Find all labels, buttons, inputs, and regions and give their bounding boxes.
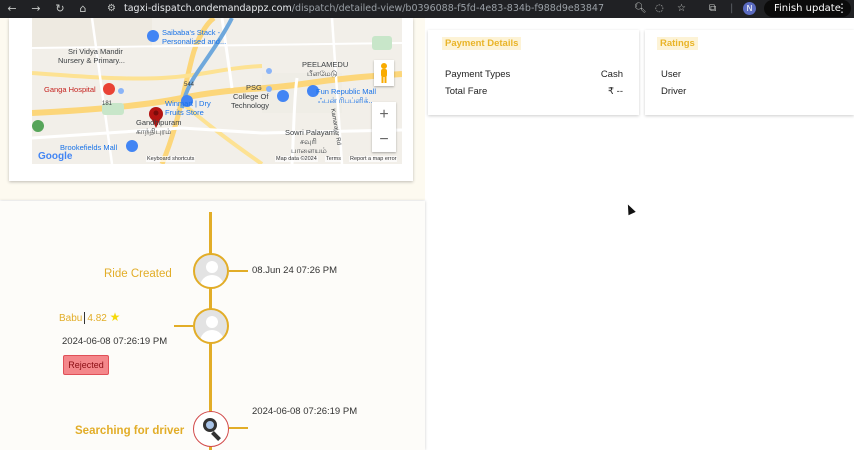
google-logo: Google bbox=[38, 151, 73, 162]
map-label-gandhipuram: Gandhipuram bbox=[136, 118, 182, 127]
searching-title: Searching for driver bbox=[75, 425, 185, 437]
map-label-fruits-store: Fruits Store bbox=[165, 108, 204, 117]
forward-icon[interactable]: → bbox=[29, 2, 43, 16]
ratings-card: Ratings User Driver bbox=[645, 30, 854, 115]
total-fare-value: ₹ -- bbox=[607, 86, 623, 97]
divider: | bbox=[730, 3, 734, 14]
driver-name: Babu bbox=[59, 313, 83, 324]
payment-details-title: Payment Details bbox=[442, 37, 522, 50]
map-label-sowri-palayam: Sowri Palayam bbox=[285, 128, 336, 137]
map-label-gandhipuram-tamil: காந்திபுரம் bbox=[136, 127, 172, 136]
map-label-saibaba: Saibaba's Stack - bbox=[162, 28, 221, 37]
driver-avatar bbox=[193, 308, 229, 344]
user-rating-label: User bbox=[661, 69, 682, 80]
total-fare-label: Total Fare bbox=[445, 86, 488, 97]
map-label-sowri-tamil-2: பாளையம் bbox=[291, 146, 327, 155]
map-label-sowri-tamil-1: சவுரி bbox=[300, 137, 317, 146]
driver-rating-value: 4.82 bbox=[87, 313, 107, 324]
map-label-sri-vidya: Sri Vidya Mandir bbox=[68, 47, 123, 56]
searching-time: 2024-06-08 07:26:19 PM bbox=[252, 406, 358, 417]
driver-event-time: 2024-06-08 07:26:19 PM bbox=[62, 336, 168, 347]
star-icon: ★ bbox=[109, 310, 121, 324]
map-label-psg: PSG bbox=[246, 83, 262, 92]
payment-types-label: Payment Types bbox=[445, 69, 511, 80]
ride-created-title: Ride Created bbox=[104, 268, 172, 280]
site-info-icon[interactable]: ⚙ bbox=[107, 3, 116, 14]
timeline-branch bbox=[229, 427, 248, 429]
search-driver-icon bbox=[193, 411, 229, 447]
map-label-peelamedu-tamil: பீளமேடு bbox=[307, 69, 338, 78]
terms-link[interactable]: Terms bbox=[325, 156, 342, 162]
ratings-title: Ratings bbox=[657, 37, 698, 50]
zoom-in-button[interactable]: + bbox=[372, 102, 396, 127]
map-label-college-of: College Of bbox=[233, 92, 269, 101]
map-label-nursery: Nursery & Primary... bbox=[58, 56, 125, 65]
zoom-icon[interactable]: 🔍︎ bbox=[634, 2, 647, 16]
map-view[interactable]: Saibaba's Stack - Personalised and... Sr… bbox=[32, 18, 402, 164]
status-badge: Rejected bbox=[63, 355, 109, 375]
profile-avatar[interactable]: N bbox=[743, 2, 756, 15]
pegman-icon[interactable] bbox=[374, 60, 394, 86]
timeline-branch bbox=[229, 270, 248, 272]
zoom-control: + − bbox=[372, 102, 396, 152]
map-label-road-181: 181 bbox=[102, 101, 113, 107]
driver-rating: Babu 4.82 ★ bbox=[59, 310, 121, 325]
driver-rating-label: Driver bbox=[661, 86, 687, 97]
timeline-branch bbox=[174, 325, 193, 327]
payment-details-card: Payment Details Payment Types Cash Total… bbox=[428, 30, 639, 115]
map-label-peelamedu: PEELAMEDU bbox=[302, 60, 349, 69]
ride-created-time: 08.Jun 24 07:26 PM bbox=[252, 265, 338, 276]
map-label-fun-republic: Fun Republic Mall bbox=[316, 87, 377, 96]
address-bar[interactable]: tagxi-dispatch.ondemandappz.com/dispatch… bbox=[124, 3, 604, 15]
reload-icon[interactable]: ↻ bbox=[53, 2, 67, 16]
report-map-error-link[interactable]: Report a map error bbox=[349, 156, 398, 162]
ride-created-avatar bbox=[193, 253, 229, 289]
map-label-winmart: Winmart | Dry bbox=[165, 99, 211, 108]
map-label-technology: Technology bbox=[231, 101, 269, 110]
home-icon[interactable]: ⌂ bbox=[76, 2, 90, 16]
url-path: /dispatch/detailed-view/b0396088-f5fd-4e… bbox=[291, 3, 604, 14]
menu-icon[interactable]: ⋮ bbox=[836, 1, 848, 15]
map-data-credit: Map data ©2024 bbox=[275, 156, 318, 162]
keyboard-shortcuts-link[interactable]: Keyboard shortcuts bbox=[146, 156, 196, 162]
map-label-personalised: Personalised and... bbox=[162, 37, 227, 46]
extensions-icon[interactable]: ⧉ bbox=[709, 2, 716, 16]
zoom-out-button[interactable]: − bbox=[372, 127, 396, 152]
map-label-ganga-hospital: Ganga Hospital bbox=[44, 85, 96, 94]
browser-toolbar: ← → ↻ ⌂ ⚙ tagxi-dispatch.ondemandappz.co… bbox=[0, 0, 854, 18]
back-icon[interactable]: ← bbox=[5, 2, 19, 16]
star-icon[interactable]: ☆ bbox=[677, 2, 686, 16]
url-host: tagxi-dispatch.ondemandappz.com bbox=[124, 3, 292, 14]
map-label-road-544: 544 bbox=[184, 82, 195, 88]
rating-separator bbox=[84, 312, 86, 325]
map-label-fun-republic-tamil: ஃபன் ரிபப்ளிக்... bbox=[318, 96, 375, 105]
eye-off-icon[interactable]: ◌ bbox=[655, 2, 664, 16]
payment-types-value: Cash bbox=[600, 69, 623, 80]
